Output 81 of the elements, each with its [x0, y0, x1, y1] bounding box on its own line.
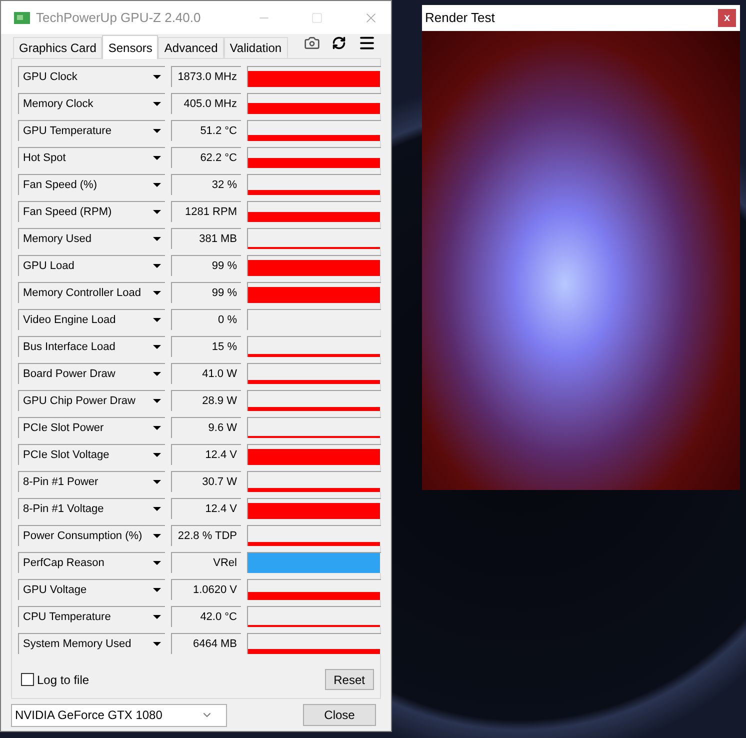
- sensor-value: 30.7 W: [171, 471, 241, 492]
- sensor-value: 28.9 W: [171, 390, 241, 412]
- sensor-dropdown[interactable]: PCIe Slot Voltage: [18, 444, 165, 466]
- sensor-value: 51.2 °C: [171, 120, 241, 142]
- dropdown-arrow-icon: [153, 399, 161, 404]
- dropdown-arrow-icon: [153, 561, 161, 566]
- close-button[interactable]: x: [718, 9, 736, 27]
- reset-button[interactable]: Reset: [324, 669, 374, 690]
- dropdown-arrow-icon: [153, 426, 161, 430]
- dropdown-arrow-icon: [153, 237, 161, 242]
- dropdown-arrow-icon: [153, 75, 161, 80]
- sensor-dropdown[interactable]: System Memory Used: [18, 633, 165, 654]
- dropdown-arrow-icon: [153, 318, 161, 322]
- sensor-value: 22.8 % TDP: [171, 525, 241, 546]
- sensor-value: 15 %: [171, 336, 241, 358]
- window-title: TechPowerUp GPU-Z 2.40.0: [36, 8, 202, 27]
- dropdown-arrow-icon: [153, 156, 161, 160]
- dropdown-arrow-icon: [153, 507, 161, 512]
- dropdown-arrow-icon: [153, 129, 161, 134]
- sensor-dropdown[interactable]: 8-Pin #1 Power: [18, 471, 165, 492]
- dropdown-arrow-icon: [153, 345, 161, 350]
- sensor-value: 42.0 °C: [171, 606, 241, 628]
- sensor-value: 0 %: [171, 309, 241, 330]
- sensor-value: 12.4 V: [171, 444, 241, 466]
- sensor-value: 41.0 W: [171, 363, 241, 384]
- sensor-value: 381 MB: [171, 228, 241, 250]
- dropdown-arrow-icon: [153, 480, 161, 484]
- sensor-dropdown[interactable]: Fan Speed (%): [18, 174, 165, 196]
- dropdown-arrow-icon: [153, 642, 161, 646]
- dropdown-arrow-icon: [153, 210, 161, 214]
- sensor-value: VRel: [171, 552, 241, 574]
- dropdown-arrow-icon: [153, 372, 161, 376]
- tab[interactable]: Advanced: [158, 37, 224, 58]
- sensor-dropdown[interactable]: PerfCap Reason: [18, 552, 165, 574]
- sensor-value: 405.0 MHz: [171, 93, 241, 114]
- sensor-value: 32 %: [171, 174, 241, 196]
- sensor-dropdown[interactable]: GPU Load: [18, 255, 165, 276]
- sensor-dropdown[interactable]: GPU Clock: [18, 66, 165, 88]
- sensor-dropdown[interactable]: CPU Temperature: [18, 606, 165, 628]
- tab[interactable]: Graphics Card: [13, 37, 102, 58]
- dropdown-arrow-icon: [153, 588, 161, 592]
- dropdown-arrow-icon: [153, 534, 161, 538]
- sensor-dropdown[interactable]: GPU Temperature: [18, 120, 165, 142]
- tab[interactable]: Sensors: [102, 35, 158, 60]
- dropdown-arrow-icon: [153, 291, 161, 296]
- sensor-dropdown[interactable]: Board Power Draw: [18, 363, 165, 384]
- sensor-value: 1281 RPM: [171, 201, 241, 222]
- dropdown-arrow-icon: [153, 264, 161, 268]
- sensor-dropdown[interactable]: Video Engine Load: [18, 309, 165, 330]
- sensor-value: 62.2 °C: [171, 147, 241, 168]
- sensor-dropdown[interactable]: Hot Spot: [18, 147, 165, 168]
- sensor-value: 1873.0 MHz: [171, 66, 241, 88]
- sensor-dropdown[interactable]: GPU Chip Power Draw: [18, 390, 165, 412]
- sensor-dropdown[interactable]: PCIe Slot Power: [18, 417, 165, 438]
- checkbox-label: Log to file: [37, 672, 90, 689]
- sensor-dropdown[interactable]: Bus Interface Load: [18, 336, 165, 358]
- sensor-value: 1.0620 V: [171, 579, 241, 600]
- sensor-dropdown[interactable]: GPU Voltage: [18, 579, 165, 600]
- sensor-dropdown[interactable]: Power Consumption (%): [18, 525, 165, 546]
- sensor-dropdown[interactable]: Memory Clock: [18, 93, 165, 114]
- sensor-dropdown[interactable]: Memory Controller Load: [18, 282, 165, 304]
- sensor-value: 99 %: [171, 282, 241, 304]
- window-title: Render Test: [425, 9, 496, 28]
- tab[interactable]: Validation: [224, 37, 288, 58]
- dropdown-arrow-icon: [153, 183, 161, 188]
- refresh-icon[interactable]: [332, 36, 346, 50]
- dropdown-arrow-icon: [153, 615, 161, 620]
- dropdown-arrow-icon: [153, 453, 161, 458]
- sensor-dropdown[interactable]: Fan Speed (RPM): [18, 201, 165, 222]
- checkbox[interactable]: [21, 673, 34, 686]
- sensor-value: 6464 MB: [171, 633, 241, 654]
- sensor-value: 12.4 V: [171, 498, 241, 520]
- graphics-card-icon: [14, 12, 30, 24]
- sensor-value: 9.6 W: [171, 417, 241, 438]
- sensor-value: 99 %: [171, 255, 241, 276]
- gpu-select[interactable]: NVIDIA GeForce GTX 1080: [11, 704, 227, 727]
- camera-icon[interactable]: [304, 35, 320, 52]
- dropdown-arrow-icon: [153, 102, 161, 106]
- sensor-dropdown[interactable]: 8-Pin #1 Voltage: [18, 498, 165, 520]
- close-button[interactable]: Close: [303, 704, 376, 726]
- sensor-dropdown[interactable]: Memory Used: [18, 228, 165, 250]
